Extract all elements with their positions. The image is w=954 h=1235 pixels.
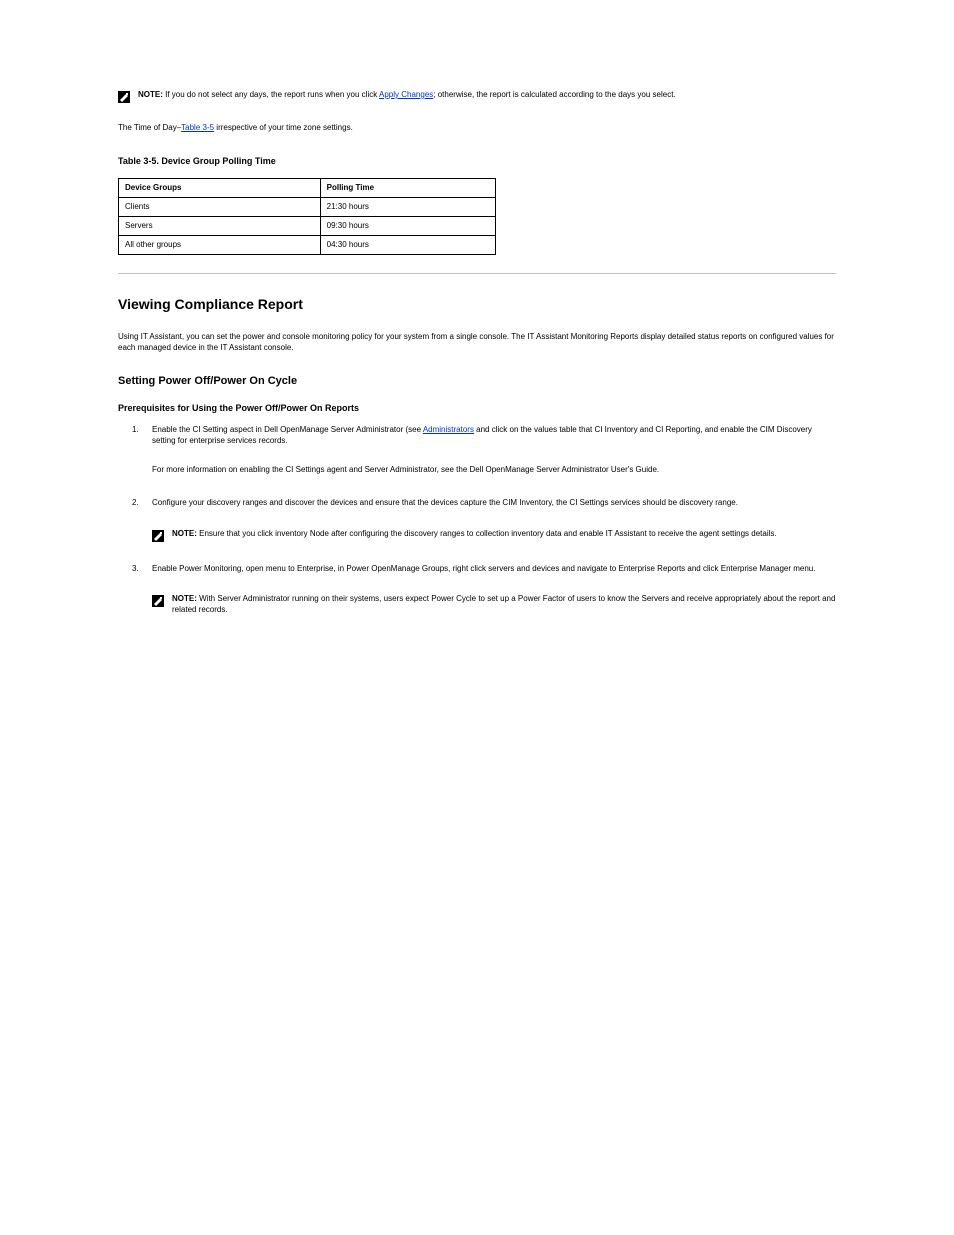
col-header-time: Polling Time	[320, 178, 495, 197]
polling-time-table: Device Groups Polling Time Clients 21:30…	[118, 178, 496, 255]
step-body: Enable the CI Setting aspect in Dell Ope…	[152, 425, 836, 447]
subsubsection-heading: Prerequisites for Using the Power Off/Po…	[118, 403, 836, 413]
step-extra: For more information on enabling the CI …	[152, 465, 836, 476]
table-row: All other groups 04:30 hours	[119, 235, 496, 254]
step-text-before: Enable the CI Setting aspect in Dell Ope…	[152, 425, 423, 434]
list-item: Enable the CI Setting aspect in Dell Ope…	[118, 425, 836, 475]
pre-table-before: The Time of Day–	[118, 123, 181, 132]
note-label: NOTE:	[172, 594, 197, 603]
step-body: Enable Power Monitoring, open menu to En…	[152, 564, 836, 575]
top-note-body: NOTE: If you do not select any days, the…	[138, 90, 836, 101]
cell-group: Clients	[119, 197, 321, 216]
table-3-link[interactable]: Table 3-5	[181, 123, 214, 132]
administrators-link[interactable]: Administrators	[423, 425, 474, 434]
cell-time: 21:30 hours	[320, 197, 495, 216]
section-divider	[118, 273, 836, 274]
table-header-row: Device Groups Polling Time	[119, 178, 496, 197]
pre-table-para: The Time of Day–Table 3-5 irrespective o…	[118, 123, 836, 134]
intro-paragraph: Using IT Assistant, you can set the powe…	[118, 332, 836, 354]
note-icon	[152, 595, 164, 607]
step-note-body: NOTE: Ensure that you click inventory No…	[172, 529, 836, 540]
note-icon	[118, 91, 130, 103]
note-label: NOTE:	[138, 90, 163, 99]
note-text: With Server Administrator running on the…	[172, 594, 835, 614]
note-text-1: If you do not select any days, the repor…	[163, 90, 379, 99]
cell-time: 09:30 hours	[320, 216, 495, 235]
pre-table-after: irrespective of your time zone settings.	[214, 123, 353, 132]
table-row: Clients 21:30 hours	[119, 197, 496, 216]
step-note: NOTE: Ensure that you click inventory No…	[152, 529, 836, 542]
table-title: Table 3-5. Device Group Polling Time	[118, 156, 836, 166]
note-label: NOTE:	[172, 529, 197, 538]
step-body: Configure your discovery ranges and disc…	[152, 498, 836, 509]
col-header-groups: Device Groups	[119, 178, 321, 197]
steps-list: Enable the CI Setting aspect in Dell Ope…	[118, 425, 836, 616]
subsection-heading: Setting Power Off/Power On Cycle	[118, 375, 836, 387]
top-note: NOTE: If you do not select any days, the…	[118, 90, 836, 103]
cell-group: All other groups	[119, 235, 321, 254]
note-icon	[152, 530, 164, 542]
note-text-2: ; otherwise, the report is calculated ac…	[433, 90, 675, 99]
step-note-body: NOTE: With Server Administrator running …	[172, 594, 836, 616]
section-heading: Viewing Compliance Report	[118, 296, 836, 312]
cell-time: 04:30 hours	[320, 235, 495, 254]
note-text: Ensure that you click inventory Node aft…	[197, 529, 777, 538]
list-item: Configure your discovery ranges and disc…	[118, 498, 836, 542]
apply-changes-link[interactable]: Apply Changes	[379, 90, 433, 99]
step-note: NOTE: With Server Administrator running …	[152, 594, 836, 616]
table-row: Servers 09:30 hours	[119, 216, 496, 235]
list-item: Enable Power Monitoring, open menu to En…	[118, 564, 836, 616]
page-root: NOTE: If you do not select any days, the…	[0, 0, 954, 698]
cell-group: Servers	[119, 216, 321, 235]
